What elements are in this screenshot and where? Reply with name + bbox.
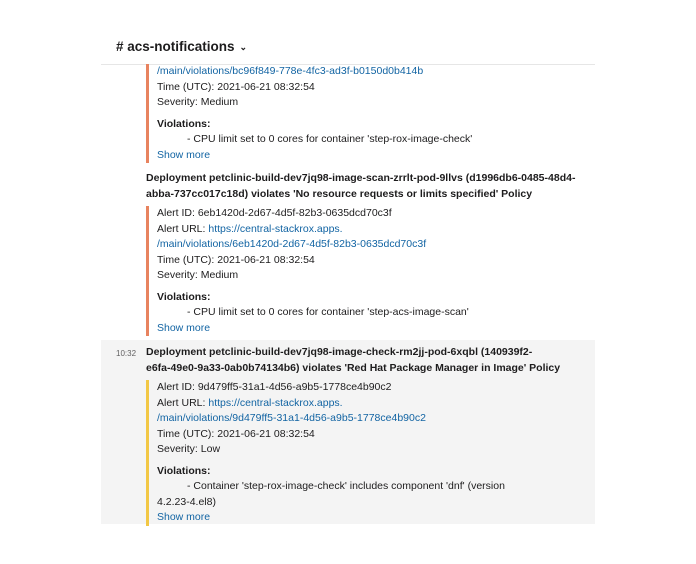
title-line-2: abba-737cc017c18d) violates 'No resource… xyxy=(146,188,533,200)
alert-url-path[interactable]: /main/violations/6eb1420d-2d67-4d5f-82b3… xyxy=(157,237,577,253)
message-1: /main/violations/bc96f849-778e-4fc3-ad3f… xyxy=(101,64,595,164)
alert-severity: Severity: Medium xyxy=(157,269,239,281)
show-more-link[interactable]: Show more xyxy=(157,510,577,526)
channel-header[interactable]: # acs-notifications ⌄ xyxy=(116,39,247,54)
show-more-link[interactable]: Show more xyxy=(157,321,577,337)
attachment: Alert ID: 6eb1420d-2d67-4d5f-82b3-0635dc… xyxy=(146,206,577,336)
alert-time: Time (UTC): 2021-06-21 08:32:54 xyxy=(157,253,315,266)
title-line-1: Deployment petclinic-build-dev7jq98-imag… xyxy=(146,172,576,184)
message-title: Deployment petclinic-build-dev7jq98-imag… xyxy=(146,170,576,202)
attachment: Alert ID: 9d479ff5-31a1-4d56-a9b5-1778ce… xyxy=(146,380,577,526)
alert-url-label: Alert URL: xyxy=(157,396,209,409)
alert-url-link[interactable]: https://central-stackrox.apps. xyxy=(208,397,342,409)
message-timestamp[interactable]: 10:32 xyxy=(116,349,136,358)
alert-url-link[interactable]: https://central-stackrox.apps. xyxy=(208,223,342,235)
violation-text: - CPU limit set to 0 cores for container… xyxy=(187,133,473,145)
message-3[interactable]: 10:32 Deployment petclinic-build-dev7jq9… xyxy=(101,340,595,526)
alert-time: Time (UTC): 2021-06-21 08:32:54 xyxy=(157,427,315,440)
violations-label: Violations: xyxy=(157,290,211,303)
channel-name[interactable]: # acs-notifications xyxy=(116,39,235,54)
violations-label: Violations: xyxy=(157,117,211,130)
alert-time: Time (UTC): 2021-06-21 08:32:54 xyxy=(157,80,315,93)
alert-url-row: Alert URL: https://central-stackrox.apps… xyxy=(157,396,577,412)
alert-url-path[interactable]: /main/violations/9d479ff5-31a1-4d56-a9b5… xyxy=(157,411,577,427)
violation-text: - CPU limit set to 0 cores for container… xyxy=(187,306,469,318)
violation-text-line-2: 4.2.23-4.el8) xyxy=(157,495,216,508)
alert-id: Alert ID: 6eb1420d-2d67-4d5f-82b3-0635dc… xyxy=(157,207,392,219)
alert-severity: Severity: Low xyxy=(157,443,221,455)
alert-url-row: Alert URL: https://central-stackrox.apps… xyxy=(157,222,577,238)
chevron-down-icon[interactable]: ⌄ xyxy=(240,42,248,53)
alert-id: Alert ID: 9d479ff5-31a1-4d56-a9b5-1778ce… xyxy=(157,381,392,393)
violation-text-line-1: - Container 'step-rox-image-check' inclu… xyxy=(187,480,505,492)
title-line-2: e6fa-49e0-9a33-0ab0b74134b6) violates 'R… xyxy=(146,362,561,374)
alert-severity: Severity: Medium xyxy=(157,96,239,108)
message-2: Deployment petclinic-build-dev7jq98-imag… xyxy=(101,168,595,338)
title-line-1: Deployment petclinic-build-dev7jq98-imag… xyxy=(146,346,533,358)
alert-url-path[interactable]: /main/violations/bc96f849-778e-4fc3-ad3f… xyxy=(157,64,577,80)
violations-label: Violations: xyxy=(157,464,211,477)
message-title: Deployment petclinic-build-dev7jq98-imag… xyxy=(146,344,576,376)
show-more-link[interactable]: Show more xyxy=(157,148,577,164)
attachment: /main/violations/bc96f849-778e-4fc3-ad3f… xyxy=(146,64,577,163)
alert-url-label: Alert URL: xyxy=(157,222,209,235)
